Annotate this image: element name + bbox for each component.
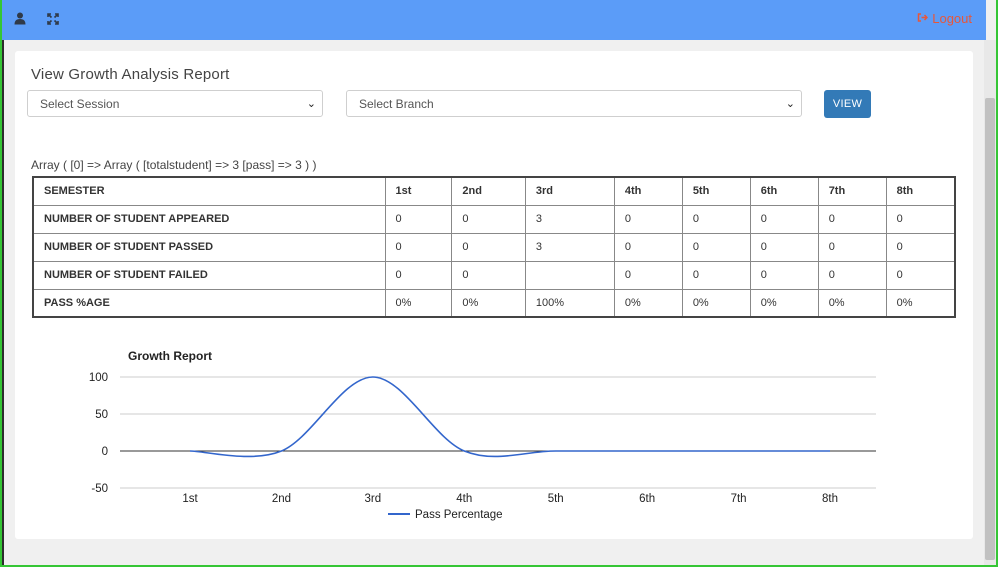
scrollbar-thumb[interactable] — [985, 98, 995, 560]
chart-legend: Pass Percentage — [388, 509, 503, 521]
table-cell: 0 — [681, 232, 751, 262]
table-cell — [524, 260, 615, 290]
table-cell: 0 — [451, 260, 526, 290]
debug-output: Array ( [0] => Array ( [totalstudent] =>… — [31, 158, 317, 172]
legend-label: Pass Percentage — [415, 509, 503, 521]
table-header-cell: 7th — [817, 176, 887, 206]
table-header-cell: 4th — [613, 176, 683, 206]
growth-table: SEMESTER 1st 2nd 3rd 4th 5th 6th 7th 8th… — [32, 176, 956, 318]
table-header-cell: 2nd — [451, 176, 526, 206]
y-tick-label: -50 — [91, 483, 108, 495]
x-tick-label: 2nd — [272, 493, 291, 505]
y-tick-label: 50 — [95, 409, 108, 421]
table-cell: 3 — [524, 232, 615, 262]
table-cell: 0 — [613, 204, 683, 234]
table-cell: 0 — [681, 204, 751, 234]
series-line — [189, 376, 830, 458]
table-cell: 0 — [384, 260, 453, 290]
table-cell: 0 — [384, 204, 453, 234]
table-header-cell: 1st — [384, 176, 453, 206]
table-cell: 0 — [451, 204, 526, 234]
table-cell: 0% — [817, 288, 887, 318]
x-tick-label: 3rd — [365, 493, 382, 505]
table-cell: 0 — [613, 260, 683, 290]
growth-chart: Growth Report 100 50 0 -50 1st 2nd 3rd 4th 5th 6… — [89, 349, 876, 521]
chart-grid — [120, 376, 876, 489]
table-header-cell: SEMESTER — [32, 176, 386, 206]
row-label: NUMBER OF STUDENT PASSED — [32, 232, 386, 262]
table-row: NUMBER OF STUDENT FAILED 0 0 0 0 0 0 0 — [32, 260, 956, 290]
y-tick-label: 0 — [102, 446, 108, 458]
chart-x-axis: 1st 2nd 3rd 4th 5th 6th 7th 8th — [182, 493, 838, 505]
row-label: NUMBER OF STUDENT APPEARED — [32, 204, 386, 234]
table-cell: 0 — [749, 232, 819, 262]
x-tick-label: 5th — [548, 493, 564, 505]
x-tick-label: 6th — [639, 493, 655, 505]
session-select-value: Select Session — [40, 97, 120, 111]
user-icon[interactable] — [14, 12, 26, 30]
chevron-down-icon: ⌄ — [785, 98, 795, 110]
table-cell: 0% — [451, 288, 526, 318]
x-tick-label: 1st — [182, 493, 198, 505]
table-cell: 0 — [681, 260, 751, 290]
table-header-row: SEMESTER 1st 2nd 3rd 4th 5th 6th 7th 8th — [32, 176, 956, 206]
view-button[interactable]: VIEW — [824, 90, 871, 118]
table-cell: 0 — [613, 232, 683, 262]
table-cell: 0 — [885, 204, 956, 234]
scrollbar[interactable] — [984, 40, 996, 567]
x-tick-label: 4th — [456, 493, 472, 505]
table-cell: 0% — [885, 288, 956, 318]
table-cell: 0 — [384, 232, 453, 262]
table-row: PASS %AGE 0% 0% 100% 0% 0% 0% 0% 0% — [32, 288, 956, 318]
top-navbar: Logout — [0, 0, 986, 40]
table-cell: 0 — [817, 232, 887, 262]
branch-select-value: Select Branch — [359, 97, 434, 111]
table-header-cell: 8th — [885, 176, 956, 206]
x-tick-label: 8th — [822, 493, 838, 505]
page-title: View Growth Analysis Report — [31, 66, 230, 83]
x-tick-label: 7th — [731, 493, 747, 505]
table-header-cell: 6th — [749, 176, 819, 206]
chart-title: Growth Report — [128, 349, 212, 363]
table-cell: 0 — [749, 260, 819, 290]
session-select[interactable]: Select Session ⌄ — [27, 90, 323, 117]
y-tick-label: 100 — [89, 372, 108, 384]
table-cell: 100% — [524, 288, 615, 318]
table-cell: 0 — [451, 232, 526, 262]
table-cell: 0 — [749, 204, 819, 234]
table-row: NUMBER OF STUDENT APPEARED 0 0 3 0 0 0 0… — [32, 204, 956, 234]
expand-icon[interactable] — [47, 12, 59, 30]
table-cell: 0% — [613, 288, 683, 318]
table-cell: 0 — [885, 232, 956, 262]
row-label: PASS %AGE — [32, 288, 386, 318]
table-cell: 0 — [817, 204, 887, 234]
chart-y-axis: 100 50 0 -50 — [89, 372, 108, 495]
table-cell: 0% — [384, 288, 453, 318]
chevron-down-icon: ⌄ — [306, 98, 316, 110]
logout-label: Logout — [932, 11, 972, 26]
table-row: NUMBER OF STUDENT PASSED 0 0 3 0 0 0 0 0 — [32, 232, 956, 262]
table-header-cell: 3rd — [524, 176, 615, 206]
logout-icon — [917, 11, 929, 26]
table-header-cell: 5th — [681, 176, 751, 206]
table-cell: 0 — [885, 260, 956, 290]
table-cell: 0% — [681, 288, 751, 318]
branch-select[interactable]: Select Branch ⌄ — [346, 90, 802, 117]
window-border-left — [0, 0, 2, 567]
report-card: View Growth Analysis Report Select Sessi… — [15, 51, 973, 539]
logout-link[interactable]: Logout — [917, 11, 972, 26]
row-label: NUMBER OF STUDENT FAILED — [32, 260, 386, 290]
table-cell: 0 — [817, 260, 887, 290]
table-cell: 0% — [749, 288, 819, 318]
table-cell: 3 — [524, 204, 615, 234]
